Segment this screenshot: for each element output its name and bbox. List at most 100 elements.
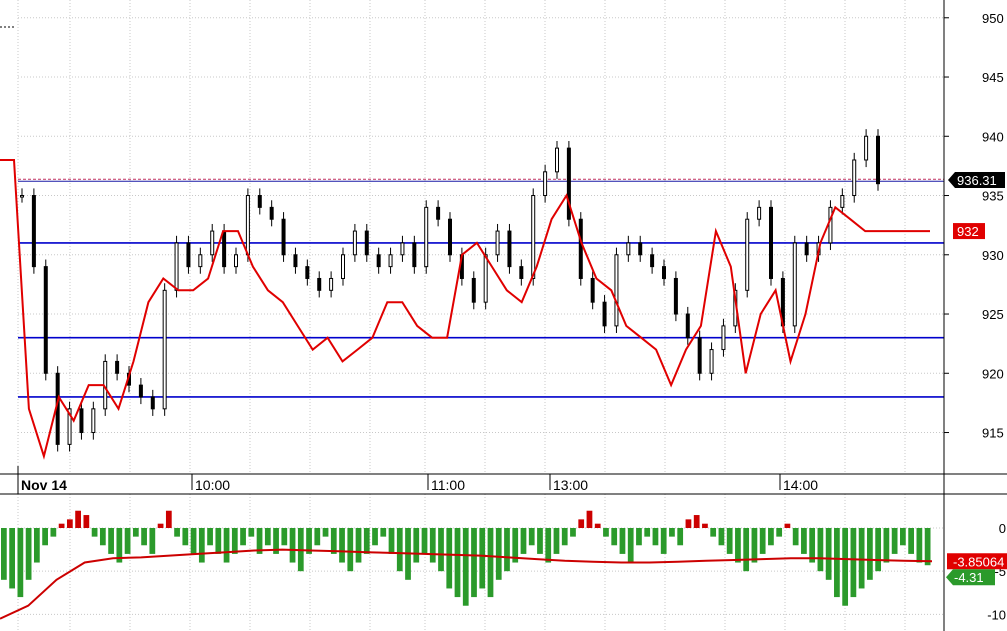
histogram-bar [553, 528, 560, 554]
candle-body [424, 206, 429, 268]
line-value-tag-label: 932 [957, 224, 979, 239]
histogram-bar [182, 528, 189, 546]
histogram-bar [735, 528, 741, 563]
histogram-bar [858, 528, 865, 589]
candle-body [792, 242, 797, 327]
histogram-bar [619, 528, 626, 554]
y-tick-label: 920 [982, 366, 1004, 381]
candle-body [448, 218, 452, 256]
candle-body [186, 242, 191, 268]
histogram-bar [578, 519, 585, 528]
candle-body [721, 325, 726, 351]
histogram-bar [157, 523, 164, 528]
histogram-bar [355, 528, 362, 563]
candle-body [115, 360, 120, 374]
candle-body [614, 254, 619, 327]
candle-body [79, 408, 84, 434]
histogram-bar [776, 528, 783, 537]
histogram-bar [471, 528, 477, 598]
x-tick-label: 13:00 [553, 477, 588, 493]
histogram-bar [231, 528, 238, 554]
candle-body [483, 254, 488, 303]
candle-body [293, 254, 298, 268]
signal-value-tag-label: -3.85064 [953, 554, 1004, 569]
y-tick-label: 915 [982, 426, 1004, 441]
candle-body [317, 277, 322, 291]
histogram-bar [900, 528, 906, 546]
candle-body [602, 301, 607, 327]
candle-body [555, 147, 559, 173]
histogram-bar [42, 528, 48, 546]
candle-body [245, 195, 250, 256]
histogram-bar [363, 528, 370, 554]
histogram-bar [693, 515, 700, 528]
histogram-bar [669, 528, 675, 537]
histogram-bar [330, 528, 337, 554]
histogram-bar [916, 528, 923, 563]
candle-body [174, 242, 179, 291]
histogram-bar [174, 528, 180, 537]
histogram-bar [9, 528, 15, 589]
histogram-bar [726, 528, 733, 554]
histogram-bar [817, 528, 824, 572]
y-tick-label: 940 [982, 129, 1004, 144]
histogram-bar [421, 528, 428, 554]
candle-body [400, 242, 405, 256]
histogram-bar [314, 528, 321, 546]
candle-body [495, 230, 500, 256]
candle-body [412, 242, 417, 268]
histogram-value-tag-label: -4.31 [954, 570, 984, 585]
histogram-bar [570, 528, 576, 537]
candle-body [769, 206, 773, 279]
candle-body [804, 242, 809, 256]
osc-tick-label: -10 [987, 607, 1006, 622]
candle-body [673, 277, 678, 315]
histogram-bar [17, 528, 24, 598]
histogram-bar [883, 528, 890, 563]
histogram-bar [495, 528, 502, 580]
histogram-bar [834, 528, 840, 598]
histogram-bar [1, 528, 7, 580]
x-tick-label: Nov 14 [21, 477, 67, 493]
y-tick-label: 935 [982, 189, 1004, 204]
candle-body [376, 254, 381, 268]
histogram-bar [924, 528, 931, 566]
histogram-bar [710, 528, 717, 537]
histogram-bar [718, 528, 725, 546]
histogram-bar [487, 528, 494, 598]
histogram-bar [759, 528, 766, 554]
candle-body [388, 254, 393, 268]
x-tick-label: 14:00 [783, 477, 818, 493]
histogram-bar [636, 528, 642, 546]
histogram-bar [446, 528, 453, 589]
histogram-bar [380, 528, 387, 537]
histogram-bar [842, 528, 849, 606]
histogram-bar [83, 515, 90, 528]
histogram-bar [660, 528, 667, 554]
histogram-bar [438, 528, 444, 572]
histogram-bar [124, 528, 131, 554]
histogram-bar [413, 528, 420, 563]
histogram-bar [58, 523, 65, 528]
candle-body [150, 396, 155, 410]
candle-body [507, 230, 512, 268]
candle-body [543, 171, 548, 197]
histogram-bar [627, 528, 634, 563]
x-tick-label: 11:00 [431, 477, 465, 493]
histogram-bar [528, 528, 535, 546]
candle-body [305, 266, 310, 279]
histogram-bar [520, 528, 527, 554]
candle-body [531, 195, 536, 279]
candle-body [685, 313, 690, 339]
candle-body [626, 242, 631, 256]
histogram-bar [801, 528, 807, 554]
candle-body [329, 277, 334, 291]
histogram-bar [33, 528, 40, 563]
histogram-bar [207, 528, 213, 546]
histogram-bar [198, 528, 205, 563]
histogram-bar [149, 528, 156, 554]
histogram-bar [396, 528, 403, 572]
histogram-bar [141, 528, 147, 546]
last-price-tag-label: 936.31 [957, 173, 997, 188]
candle-body [590, 277, 595, 303]
